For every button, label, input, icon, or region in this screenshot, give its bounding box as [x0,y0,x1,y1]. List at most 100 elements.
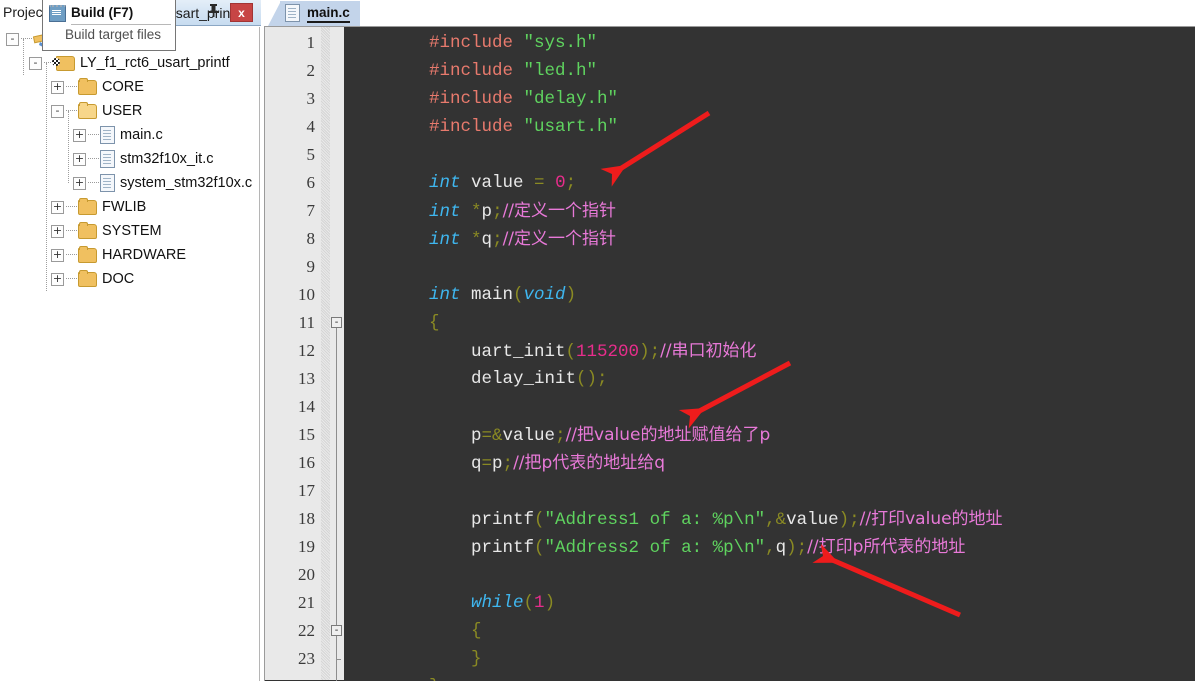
code-line[interactable]: printf("Address1 of a: %p\n",&value);//打… [429,505,1003,533]
tree-connector [66,110,77,112]
project-panel: Project usart_printf x -usart_printf-LY_… [0,0,261,681]
line-number: 9 [306,257,316,276]
tree-expander[interactable]: + [73,128,86,142]
tree-expander[interactable]: + [51,200,64,214]
folder-icon [78,269,97,287]
tree-item-label: LY_f1_rct6_usart_printf [80,55,230,72]
code-line[interactable]: printf("Address2 of a: %p\n",q);//打印p所代表… [429,533,965,561]
line-number: 17 [298,481,315,500]
pin-icon[interactable] [205,4,222,21]
fold-toggle[interactable]: - [331,625,342,636]
code-line[interactable]: #include "usart.h" [429,113,618,141]
code-line[interactable]: int *p;//定义一个指针 [429,197,616,225]
code-line[interactable]: } [429,645,482,673]
token-id [429,593,471,613]
token-id: printf [429,538,535,558]
tree-item-label: HARDWARE [102,247,187,264]
tree-item-ly-f1-rct6-usart-printf[interactable]: - LY_f1_rct6_usart_printf [0,51,259,75]
token-punc: & [492,426,503,446]
code-line[interactable]: uart_init(115200);//串口初始化 [429,337,757,365]
tree-expander[interactable]: + [51,272,64,286]
tree-item-system-stm32f10x-c[interactable]: + system_stm32f10x.c [0,171,259,195]
tree-item-system[interactable]: + SYSTEM [0,219,259,243]
tree-item-fwlib[interactable]: + FWLIB [0,195,259,219]
editor-tabbar: main.c [261,0,1195,26]
token-str: "sys.h" [523,33,598,53]
token-kw: void [523,285,566,305]
token-punc: ( [565,342,577,362]
line-number: 7 [306,201,316,220]
line-number: 8 [306,229,316,248]
tree-connector [66,254,77,256]
tree-expander[interactable]: - [51,104,64,118]
fold-toggle[interactable]: - [331,317,342,328]
line-number: 14 [298,397,315,416]
tree-item-hardware[interactable]: + HARDWARE [0,243,259,267]
token-id: delay_init [429,369,577,389]
code-line[interactable]: p=&value;//把value的地址赋值给了p [429,421,770,449]
tree-expander[interactable]: + [73,152,86,166]
tree-expander[interactable]: - [29,56,42,70]
code-line[interactable]: delay_init(); [429,365,608,393]
code-line[interactable]: int *q;//定义一个指针 [429,225,616,253]
tree-item-main-c[interactable]: + main.c [0,123,259,147]
folder-icon [78,197,97,215]
code-line[interactable]: int value = 0; [429,169,576,197]
line-number: 16 [298,453,315,472]
code-line[interactable]: { [429,309,440,337]
close-icon[interactable]: x [230,3,253,22]
token-punc: * [471,230,482,250]
tree-connector [66,206,77,208]
line-number: 4 [306,117,316,136]
folder-icon [78,77,97,95]
token-kw: int [429,285,461,305]
tab-main-c[interactable]: main.c [268,1,360,26]
fold-inner-tick [336,659,341,660]
line-number: 23 [298,649,315,668]
tree-item-core[interactable]: + CORE [0,75,259,99]
tree-item-doc[interactable]: + DOC [0,267,259,291]
code-line[interactable]: q=p;//把p代表的地址给q [429,449,665,477]
code-line[interactable]: } [429,673,440,681]
target-icon [52,55,75,71]
tree-item-user[interactable]: - USER [0,99,259,123]
tooltip-title: Build (F7) [71,5,134,20]
code-line[interactable]: { [429,617,482,645]
token-punc: = [481,454,493,474]
token-kw: int [429,230,461,250]
token-id: uart_init [429,342,566,362]
tree-expander[interactable]: + [51,80,64,94]
code-line[interactable]: #include "sys.h" [429,29,597,57]
code-editor[interactable]: 123456789101112131415161718192021222324 … [264,26,1195,681]
tree-expander[interactable]: + [51,248,64,262]
token-punc: } [471,649,482,669]
token-cmt: //打印value的地址 [859,509,1003,529]
editor-panel: main.c 1 2 3 4 5 6 7 8 9 10 11 12 13 14 15 16 17 18 19 20 21… [261,0,1195,681]
pin-glyph [208,4,219,17]
token-id: printf [429,510,535,530]
tree-expander[interactable]: - [6,32,19,46]
token-id: p [492,454,503,474]
code-line[interactable]: #include "delay.h" [429,85,618,113]
token-punc: ( [523,593,535,613]
token-cmt: //把value的地址赋值给了p [565,425,771,445]
token-punc: = [534,173,545,193]
tree-item-stm32f10x-it-c[interactable]: + stm32f10x_it.c [0,147,259,171]
code-folding-column[interactable]: -- [330,27,344,681]
line-number: 3 [306,89,316,108]
code-line[interactable]: #include "led.h" [429,57,597,85]
token-punc: ; [492,230,503,250]
token-cmt: //串口初始化 [660,341,757,361]
tree-expander[interactable]: + [73,176,86,190]
folder-icon [78,221,97,239]
token-punc: & [775,510,787,530]
token-punc: ; [796,538,808,558]
token-cmt: //把p代表的地址给q [513,453,666,473]
code-line[interactable]: int main(void) [429,281,576,309]
line-number: 6 [306,173,316,192]
tree-expander[interactable]: + [51,224,64,238]
token-str: "delay.h" [523,89,619,109]
code-line[interactable]: while(1) [429,589,555,617]
token-punc: ) [838,510,850,530]
token-id: q [429,454,482,474]
